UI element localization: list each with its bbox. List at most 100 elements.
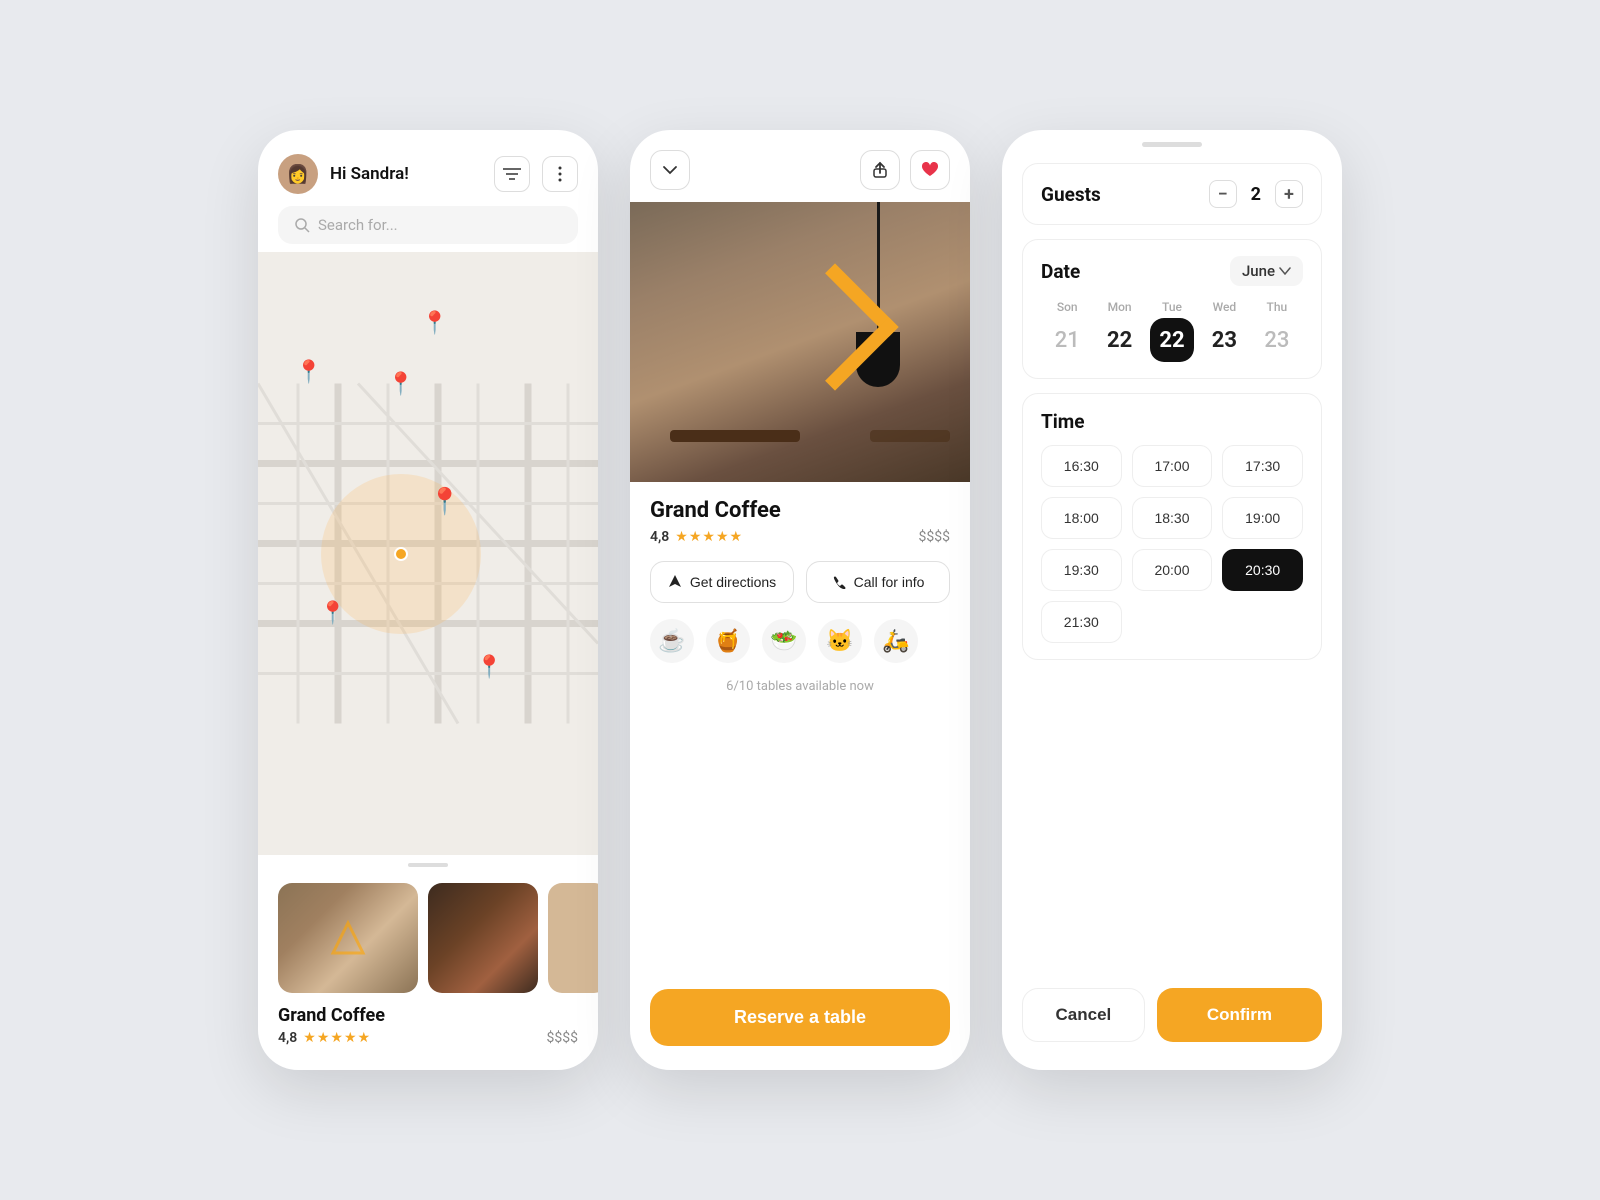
time-label: Time: [1041, 410, 1303, 433]
get-directions-button[interactable]: Get directions: [650, 561, 794, 603]
call-for-info-button[interactable]: Call for info: [806, 561, 950, 603]
time-1630[interactable]: 16:30: [1041, 445, 1122, 487]
time-1800[interactable]: 18:00: [1041, 497, 1122, 539]
drag-handle[interactable]: [408, 863, 448, 867]
calendar-day-sun: Son 21: [1041, 300, 1093, 362]
map-pin[interactable]: 📍: [319, 601, 346, 626]
reserve-section: Reserve a table: [630, 989, 970, 1070]
phone-map: 👩 Hi Sandra! Search for...: [258, 130, 598, 1070]
chevron-down-icon: [662, 165, 678, 175]
time-2130[interactable]: 21:30: [1041, 601, 1122, 643]
time-2000[interactable]: 20:00: [1132, 549, 1213, 591]
detail-restaurant-name: Grand Coffee: [650, 498, 950, 523]
map-area: 📍 📍 📍 📍 📍 📍: [258, 252, 598, 855]
search-bar[interactable]: Search for...: [278, 206, 578, 244]
detail-meta: 4,8 ★★★★★ $$$$: [650, 529, 950, 545]
call-for-info-label: Call for info: [854, 574, 925, 590]
phone-detail: Grand Coffee 4,8 ★★★★★ $$$$ Get directio…: [630, 130, 970, 1070]
cancel-button[interactable]: Cancel: [1022, 988, 1145, 1042]
map-pin[interactable]: 📍: [421, 311, 448, 336]
phone-icon: [832, 575, 846, 589]
time-grid: 16:30 17:00 17:30 18:00 18:30 19:00 19:3…: [1041, 445, 1303, 643]
time-2030-selected[interactable]: 20:30: [1222, 549, 1303, 591]
plus-icon: +: [1284, 184, 1294, 205]
guests-counter: − 2 +: [1209, 180, 1303, 208]
calendar-day-mon[interactable]: Mon 22: [1093, 300, 1145, 362]
get-directions-label: Get directions: [690, 574, 776, 590]
map-pin[interactable]: 📍: [387, 372, 414, 397]
guests-section: Guests − 2 +: [1022, 163, 1322, 225]
month-selector[interactable]: June: [1230, 256, 1303, 286]
category-scooter: 🛵: [874, 619, 918, 663]
increase-guests-button[interactable]: +: [1275, 180, 1303, 208]
bottom-actions: Cancel Confirm: [1002, 972, 1342, 1070]
calendar-day-tue-selected[interactable]: Tue 22: [1146, 300, 1198, 362]
card-stars: ★★★★★: [303, 1030, 371, 1046]
time-1930[interactable]: 19:30: [1041, 549, 1122, 591]
interior-image: [278, 883, 418, 993]
guests-label: Guests: [1041, 183, 1101, 206]
filter-button[interactable]: [494, 156, 530, 192]
navigation-icon: [668, 574, 682, 590]
map-pin-selected[interactable]: 📍: [429, 487, 461, 517]
calendar-days: Son 21 Mon 22 Tue 22 Wed 23 Thu 23: [1041, 300, 1303, 362]
share-icon: [873, 161, 887, 179]
time-1830[interactable]: 18:30: [1132, 497, 1213, 539]
search-placeholder: Search for...: [318, 216, 398, 234]
favorite-button[interactable]: [910, 150, 950, 190]
confirm-button[interactable]: Confirm: [1157, 988, 1322, 1042]
category-salad: 🥗: [762, 619, 806, 663]
time-section: Time 16:30 17:00 17:30 18:00 18:30 19:00…: [1022, 393, 1322, 660]
decrease-guests-button[interactable]: −: [1209, 180, 1237, 208]
notch: [1142, 142, 1202, 147]
map-pin[interactable]: 📍: [475, 655, 502, 680]
guests-value: 2: [1251, 184, 1261, 205]
detail-price: $$$$: [919, 529, 950, 545]
detail-stars: ★★★★★: [675, 529, 743, 545]
date-section: Date June Son 21 Mon 22 Tue: [1022, 239, 1322, 379]
detail-header-actions: [860, 150, 950, 190]
detail-header: [630, 130, 970, 190]
category-coffee: ☕: [650, 619, 694, 663]
map-header: 👩 Hi Sandra!: [258, 130, 598, 206]
date-label: Date: [1041, 260, 1080, 283]
share-button[interactable]: [860, 150, 900, 190]
more-icon: [558, 166, 562, 182]
minus-icon: −: [1218, 184, 1228, 205]
more-button[interactable]: [542, 156, 578, 192]
reserve-table-button[interactable]: Reserve a table: [650, 989, 950, 1046]
map-pin[interactable]: 📍: [295, 360, 322, 385]
back-button[interactable]: [650, 150, 690, 190]
category-icons: ☕ 🍯 🥗 🐱 🛵: [650, 619, 950, 663]
search-icon: [294, 217, 310, 233]
category-cat: 🐱: [818, 619, 862, 663]
detail-content: Grand Coffee 4,8 ★★★★★ $$$$ Get directio…: [630, 482, 970, 989]
card-image-main: [278, 883, 418, 993]
guests-row: Guests − 2 +: [1041, 180, 1303, 208]
detail-rating: 4,8: [650, 529, 669, 545]
card-meta: 4,8 ★★★★★ $$$$: [278, 1030, 578, 1046]
restaurant-card: Grand Coffee 4,8 ★★★★★ $$$$: [258, 875, 598, 1070]
coffee-image: [428, 883, 538, 993]
filter-icon: [503, 167, 521, 181]
time-1900[interactable]: 19:00: [1222, 497, 1303, 539]
heart-icon: [921, 162, 939, 178]
month-value: June: [1242, 262, 1275, 280]
category-honey: 🍯: [706, 619, 750, 663]
card-price: $$$$: [547, 1030, 578, 1046]
time-1700[interactable]: 17:00: [1132, 445, 1213, 487]
phone-reservation: Guests − 2 + Date June: [1002, 130, 1342, 1070]
availability-text: 6/10 tables available now: [650, 679, 950, 694]
reservation-content: Guests − 2 + Date June: [1002, 163, 1342, 972]
restaurant-hero-image: [630, 202, 970, 482]
card-image-third: [548, 883, 598, 993]
avatar: 👩: [278, 154, 318, 194]
date-header: Date June: [1041, 256, 1303, 286]
card-restaurant-name: Grand Coffee: [278, 1005, 578, 1026]
card-rating: 4,8: [278, 1030, 297, 1046]
calendar-day-wed[interactable]: Wed 23: [1198, 300, 1250, 362]
time-1730[interactable]: 17:30: [1222, 445, 1303, 487]
chevron-down-icon: [1279, 267, 1291, 275]
card-images: [278, 883, 578, 993]
greeting-text: Hi Sandra!: [330, 164, 482, 184]
